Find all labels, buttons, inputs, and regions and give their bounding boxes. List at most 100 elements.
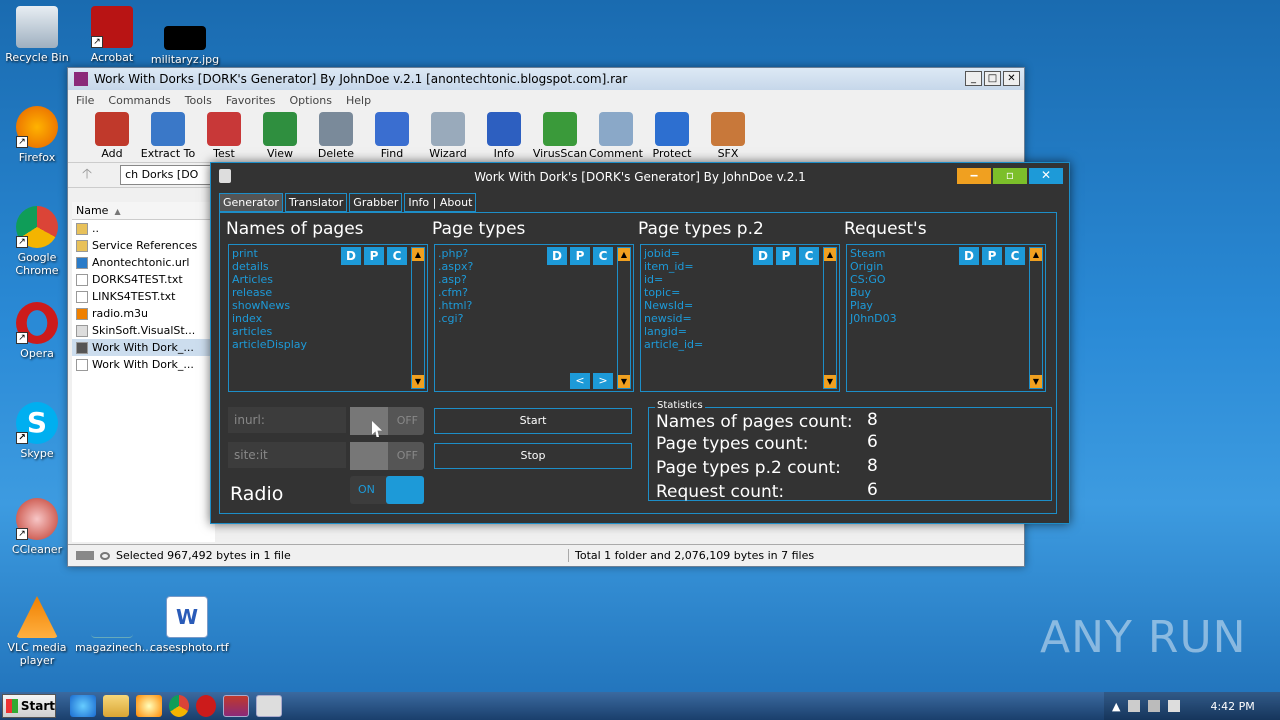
dork-generator-taskbar-icon[interactable] (256, 695, 282, 717)
radio-toggle[interactable]: ON (350, 476, 424, 504)
file-row[interactable]: SkinSoft.VisualSt... (72, 322, 215, 339)
list-item[interactable]: topic= (644, 286, 839, 299)
menu-file[interactable]: File (76, 94, 94, 107)
list-item[interactable]: Articles (232, 273, 427, 286)
list-item[interactable]: articles (232, 325, 427, 338)
opera-taskbar-icon[interactable] (196, 695, 216, 717)
desktop-icon-militaryz[interactable]: militaryz.jpg (148, 6, 222, 66)
dpc-c-button[interactable]: C (799, 247, 819, 265)
close-button[interactable]: ✕ (1003, 71, 1020, 86)
dpc-p-button[interactable]: P (982, 247, 1002, 265)
list-item[interactable]: .html? (438, 299, 633, 312)
desktop-icon-chrome[interactable]: ↗ Google Chrome (0, 206, 74, 277)
list-item[interactable]: index (232, 312, 427, 325)
dpc-d-button[interactable]: D (547, 247, 567, 265)
list-scrollbar[interactable]: ▲ ▼ (823, 247, 837, 389)
column-header-name[interactable]: Name ▲ (72, 202, 215, 220)
scroll-up-icon[interactable]: ▲ (1030, 248, 1042, 261)
list-item[interactable]: .cfm? (438, 286, 633, 299)
toolbar-info-button[interactable]: Info (476, 110, 532, 162)
dork-close-button[interactable]: ✕ (1029, 168, 1063, 184)
list-item[interactable]: Play (850, 299, 1045, 312)
up-arrow-icon[interactable]: 🡡 (82, 163, 92, 187)
toolbar-find-button[interactable]: Find (364, 110, 420, 162)
dork-minimize-button[interactable]: ‒ (957, 168, 991, 184)
menu-help[interactable]: Help (346, 94, 371, 107)
toolbar-delete-button[interactable]: Delete (308, 110, 364, 162)
inurl-field[interactable]: inurl: (228, 407, 346, 433)
dpc-c-button[interactable]: C (387, 247, 407, 265)
list-item[interactable]: langid= (644, 325, 839, 338)
tab-generator[interactable]: Generator (219, 193, 283, 212)
show-hidden-icons-icon[interactable]: ▲ (1112, 700, 1120, 713)
explorer-taskbar-icon[interactable] (103, 695, 129, 717)
inurl-toggle[interactable]: OFF (350, 407, 424, 435)
toolbar-comment-button[interactable]: Comment (588, 110, 644, 162)
list-item[interactable]: CS:GO (850, 273, 1045, 286)
scroll-up-icon[interactable]: ▲ (618, 248, 630, 261)
file-row[interactable]: DORKS4TEST.txt (72, 271, 215, 288)
toolbar-wizard-button[interactable]: Wizard (420, 110, 476, 162)
toolbar-add-button[interactable]: Add (84, 110, 140, 162)
dpc-c-button[interactable]: C (593, 247, 613, 265)
list-item[interactable]: id= (644, 273, 839, 286)
list-box-2[interactable]: jobid= item_id= id= topic= NewsId= newsid= lan… (640, 244, 840, 392)
list-item[interactable]: J0hnD03 (850, 312, 1045, 325)
desktop-icon-casesphoto[interactable]: Wcasesphoto.rtf (150, 596, 229, 654)
scroll-up-icon[interactable]: ▲ (824, 248, 836, 261)
toolbar-virusscan-button[interactable]: VirusScan (532, 110, 588, 162)
speaker-icon[interactable] (1128, 700, 1141, 712)
tab-translator[interactable]: Translator (284, 193, 348, 212)
chrome-taskbar-icon[interactable] (169, 695, 189, 717)
desktop-icon-vlc[interactable]: VLC media player (0, 596, 74, 667)
ie-taskbar-icon[interactable] (70, 695, 96, 717)
list-item[interactable]: release (232, 286, 427, 299)
media-player-taskbar-icon[interactable] (136, 695, 162, 717)
desktop-icon-firefox[interactable]: ↗ Firefox (0, 106, 74, 164)
desktop-icon-ccleaner[interactable]: ↗ CCleaner (0, 498, 74, 556)
dork-generator-window[interactable]: Work With Dork's [DORK's Generator] By J… (210, 162, 1070, 524)
scroll-down-icon[interactable]: ▼ (618, 375, 630, 388)
list-item[interactable]: Buy (850, 286, 1045, 299)
list-item[interactable]: NewsId= (644, 299, 839, 312)
dork-maximize-button[interactable]: ▫ (993, 168, 1027, 184)
file-row[interactable]: Work With Dork_... (72, 339, 215, 356)
list-item[interactable]: .cgi? (438, 312, 633, 325)
scroll-down-icon[interactable]: ▼ (412, 375, 424, 388)
desktop-icon-opera[interactable]: ↗ Opera (0, 302, 74, 360)
clock[interactable]: 4:42 PM (1210, 700, 1254, 713)
toolbar-protect-button[interactable]: Protect (644, 110, 700, 162)
list-scrollbar[interactable]: ▲ ▼ (411, 247, 425, 389)
file-row[interactable]: Service References (72, 237, 215, 254)
scroll-up-icon[interactable]: ▲ (412, 248, 424, 261)
menu-commands[interactable]: Commands (108, 94, 170, 107)
dpc-p-button[interactable]: P (364, 247, 384, 265)
start-button[interactable]: Start (2, 694, 56, 718)
toolbar-view-button[interactable]: View (252, 110, 308, 162)
desktop-icon-magazinech[interactable]: magazinech... (75, 596, 152, 654)
network-icon[interactable] (1148, 700, 1161, 712)
file-row[interactable]: Anontechtonic.url (72, 254, 215, 271)
file-row[interactable]: .. (72, 220, 215, 237)
file-row[interactable]: LINKS4TEST.txt (72, 288, 215, 305)
list-box-3[interactable]: Steam Origin CS:GO Buy Play J0hnD03 D P C ▲ ▼ (846, 244, 1046, 392)
dpc-d-button[interactable]: D (959, 247, 979, 265)
file-row[interactable]: Work With Dork_... (72, 356, 215, 373)
dpc-p-button[interactable]: P (776, 247, 796, 265)
menu-options[interactable]: Options (290, 94, 332, 107)
desktop-icon-skype[interactable]: S ↗ Skype (0, 402, 74, 460)
prev-button[interactable]: < (570, 373, 590, 389)
toolbar-test-button[interactable]: Test (196, 110, 252, 162)
list-item[interactable]: newsid= (644, 312, 839, 325)
list-box-0[interactable]: print details Articles release showNews index… (228, 244, 428, 392)
site-toggle[interactable]: OFF (350, 442, 424, 470)
list-item[interactable]: articleDisplay (232, 338, 427, 351)
minimize-button[interactable]: _ (965, 71, 982, 86)
list-item[interactable]: article_id= (644, 338, 839, 351)
toolbar-extract-to-button[interactable]: Extract To (140, 110, 196, 162)
desktop-icon-recycle[interactable]: Recycle Bin (0, 6, 74, 64)
scroll-down-icon[interactable]: ▼ (824, 375, 836, 388)
site-field[interactable]: site:it (228, 442, 346, 468)
desktop-icon-acrobat[interactable]: ↗ Acrobat (75, 6, 149, 64)
scroll-down-icon[interactable]: ▼ (1030, 375, 1042, 388)
